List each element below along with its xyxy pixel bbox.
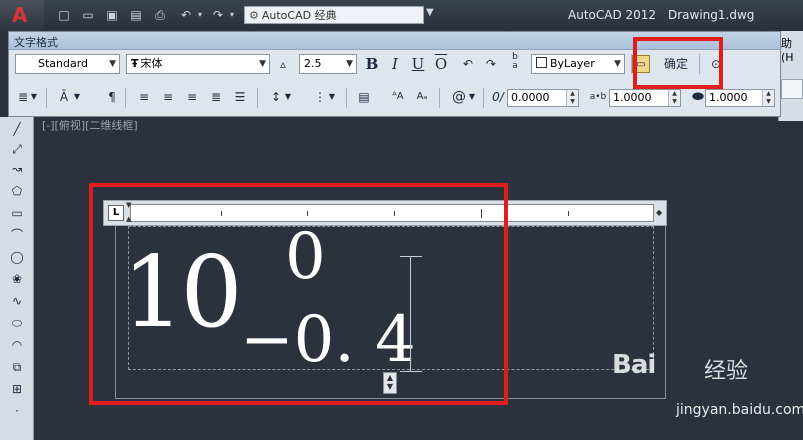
- color-dropdown[interactable]: ByLayer ▼: [531, 54, 625, 74]
- chevron-down-icon[interactable]: ▼: [29, 88, 39, 106]
- width-factor-input[interactable]: 1.0000 ▲ ▼: [705, 89, 775, 107]
- new-file-icon[interactable]: □: [56, 7, 72, 23]
- chevron-down-icon: ▼: [109, 59, 116, 69]
- truetype-icon: Ŧ: [131, 57, 139, 70]
- insert-block-icon[interactable]: ⧉: [9, 359, 25, 375]
- text-style-dropdown[interactable]: Standard ▼: [15, 54, 120, 74]
- font-value: 宋体: [140, 57, 163, 70]
- align-left-icon[interactable]: ≡: [135, 88, 153, 106]
- chevron-down-icon: ▼: [614, 59, 621, 69]
- undo-dropdown-icon[interactable]: ▾: [192, 7, 208, 23]
- font-dropdown[interactable]: Ŧ 宋体 ▼: [126, 54, 270, 74]
- viewport-controls[interactable]: [-][俯视][二维线框]: [42, 117, 138, 133]
- autocad-logo-icon: A: [12, 3, 28, 27]
- plot-icon[interactable]: ⎙: [152, 7, 168, 23]
- paragraph-icon[interactable]: ¶: [103, 88, 121, 106]
- stack-icon[interactable]: ba: [506, 53, 524, 71]
- align-right-icon[interactable]: ≡: [183, 88, 201, 106]
- help-menu-fragment[interactable]: 助(H: [781, 35, 803, 64]
- lowercase-icon[interactable]: Aₐ: [413, 88, 431, 106]
- tracking-input[interactable]: 1.0000 ▲ ▼: [609, 89, 681, 107]
- document-title: Drawing1.dwg: [668, 8, 755, 22]
- italic-button[interactable]: I: [386, 55, 404, 73]
- rectangle-icon[interactable]: ▭: [9, 205, 25, 221]
- application-menu-button[interactable]: A: [0, 0, 44, 31]
- bold-button[interactable]: B: [363, 55, 381, 73]
- insert-field-icon[interactable]: ▤: [355, 88, 373, 106]
- overline-button[interactable]: O: [432, 55, 450, 73]
- tracking-value: 1.0000: [613, 91, 652, 104]
- text-height-dropdown[interactable]: 2.5 ▼: [299, 54, 357, 74]
- circle-icon[interactable]: ◯: [9, 249, 25, 265]
- text-style-value: Standard: [38, 57, 89, 70]
- color-value: ByLayer: [550, 57, 595, 70]
- watermark-logo: Bai: [612, 350, 656, 380]
- distribute-icon[interactable]: ☰: [231, 88, 249, 106]
- arc-icon[interactable]: ⌒: [9, 227, 25, 243]
- redo-dropdown-icon[interactable]: ▾: [224, 7, 240, 23]
- oblique-angle-value: 0.0000: [511, 91, 550, 104]
- separator: [125, 88, 126, 108]
- make-block-icon[interactable]: ⊞: [9, 381, 25, 397]
- highlight-ok-button: [633, 37, 723, 89]
- ellipse-icon[interactable]: ⬭: [9, 315, 25, 331]
- align-center-icon[interactable]: ≡: [159, 88, 177, 106]
- chevron-down-icon: ▼: [259, 59, 266, 69]
- symbol-icon[interactable]: @: [450, 88, 468, 106]
- draw-toolbar: ╱ ⤢ ↝ ⬠ ▭ ⌒ ◯ ❀ ∿ ⬭ ◠ ⧉ ⊞ ·: [0, 117, 34, 440]
- width-handle-icon[interactable]: ◆: [656, 208, 662, 217]
- polygon-icon[interactable]: ⬠: [9, 183, 25, 199]
- width-factor-value: 1.0000: [709, 91, 748, 104]
- ellipse-arc-icon[interactable]: ◠: [9, 337, 25, 353]
- annotative-icon[interactable]: ▵: [274, 55, 292, 73]
- separator: [439, 88, 440, 108]
- construction-line-icon[interactable]: ⤢: [9, 141, 25, 157]
- ruler-tick: [568, 211, 569, 216]
- chevron-down-icon[interactable]: ▼: [327, 88, 337, 106]
- justify-icon[interactable]: ≣: [207, 88, 225, 106]
- separator: [346, 88, 347, 108]
- watermark-brand: 经验: [704, 359, 749, 384]
- revision-cloud-icon[interactable]: ❀: [9, 271, 25, 287]
- oblique-angle-icon: 0/: [492, 90, 504, 104]
- separator: [46, 88, 47, 108]
- separator: [483, 88, 484, 108]
- oblique-angle-input[interactable]: 0.0000 ▲ ▼: [507, 89, 579, 107]
- chevron-down-icon[interactable]: ▼: [467, 88, 477, 106]
- save-icon[interactable]: ▣: [104, 7, 120, 23]
- panel-title: 文字格式: [14, 36, 58, 49]
- color-swatch: [536, 57, 547, 68]
- tracking-icon: a•b: [589, 92, 607, 102]
- spinner-icon[interactable]: ▲ ▼: [566, 90, 578, 106]
- spline-icon[interactable]: ∿: [9, 293, 25, 309]
- chevron-down-icon[interactable]: ▼: [283, 88, 293, 106]
- spinner-icon[interactable]: ▲ ▼: [668, 90, 680, 106]
- separator: [257, 88, 258, 108]
- workspace-label: AutoCAD 经典: [261, 9, 337, 22]
- line-icon[interactable]: ╱: [9, 121, 25, 137]
- polyline-icon[interactable]: ↝: [9, 161, 25, 177]
- redo-icon[interactable]: ↷: [482, 55, 500, 73]
- gear-icon: ⚙: [249, 9, 259, 22]
- baidu-watermark: Bai 经验 jingyan.baidu.com: [612, 350, 803, 430]
- chevron-down-icon: ▼: [346, 59, 353, 69]
- workspace-dropdown[interactable]: ⚙ AutoCAD 经典: [244, 6, 424, 24]
- chevron-down-icon[interactable]: ▼: [72, 88, 82, 106]
- watermark-url: jingyan.baidu.com: [676, 402, 803, 418]
- combo-fragment[interactable]: [781, 79, 803, 99]
- open-file-icon[interactable]: ▭: [80, 7, 96, 23]
- highlight-stacked-text: [89, 183, 508, 405]
- app-title: AutoCAD 2012: [568, 8, 657, 22]
- text-height-value: 2.5: [304, 57, 322, 70]
- justification-icon[interactable]: Ā: [55, 88, 73, 106]
- uppercase-icon[interactable]: ᴬA: [389, 88, 407, 106]
- underline-button[interactable]: U: [409, 55, 427, 73]
- point-icon[interactable]: ·: [9, 403, 25, 419]
- chevron-down-icon[interactable]: ▼: [426, 7, 434, 18]
- save-as-icon[interactable]: ▤: [128, 7, 144, 23]
- undo-icon[interactable]: ↶: [459, 55, 477, 73]
- title-bar: A □ ▭ ▣ ▤ ⎙ ↶ ▾ ↷ ▾ ⚙ AutoCAD 经典 ▼ AutoCA…: [0, 0, 803, 31]
- spinner-icon[interactable]: ▲ ▼: [762, 90, 774, 106]
- menu-strip-fragment: 助(H: [778, 31, 803, 121]
